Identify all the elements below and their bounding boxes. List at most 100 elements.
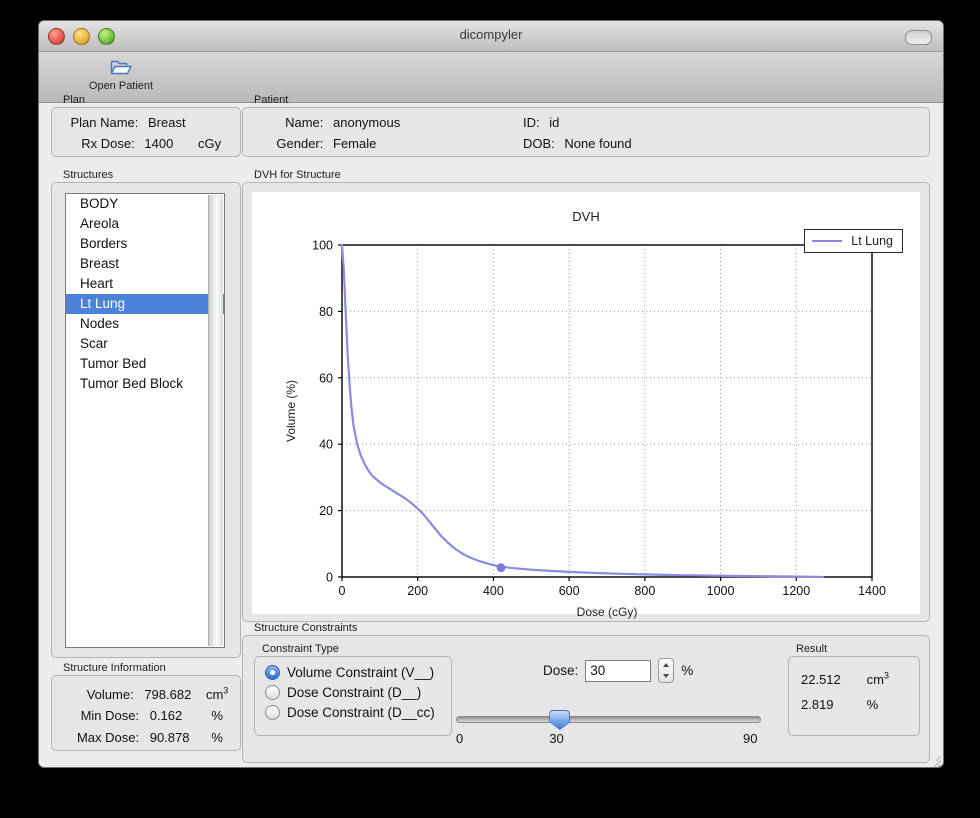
dose-slider-thumb[interactable] — [549, 710, 571, 730]
constraint-type-caption: Constraint Type — [262, 643, 339, 655]
plan-box: Plan Name: Breast Rx Dose: 1400 cGy — [51, 107, 241, 157]
result-percent-units: % — [866, 697, 879, 712]
dvh-chart[interactable]: DVH 0 200 400 600 800 1000 1200 1400 0 20 40 60 80 10… — [252, 192, 920, 619]
structures-panel: Structures BODY Areola Borders Breast Heart L… — [51, 168, 241, 658]
min-dose-value: 0.162 — [149, 708, 183, 723]
radio-button[interactable] — [265, 685, 280, 700]
result-volume-value: 22.512 — [801, 672, 841, 688]
max-dose-value: 90.878 — [149, 730, 190, 745]
list-item[interactable]: Areola — [66, 214, 224, 234]
patient-id-row: ID: id — [523, 115, 643, 130]
constraint-type-options: Volume Constraint (V__) Dose Constraint (… — [265, 665, 451, 720]
max-dose-row: Max Dose: 90.878 % — [52, 730, 240, 745]
plan-name-row: Plan Name: Breast — [52, 115, 226, 130]
structures-box: BODY Areola Borders Breast Heart Lt Lung Nodes… — [51, 182, 241, 658]
svg-text:800: 800 — [634, 584, 655, 598]
list-item[interactable]: Heart — [66, 274, 224, 294]
structures-list-items: BODY Areola Borders Breast Heart Lt Lung Nodes… — [66, 194, 224, 394]
open-folder-icon — [87, 55, 155, 79]
structure-information-panel: Structure Information Volume: 798.682 cm… — [51, 661, 241, 751]
list-item[interactable]: Scar — [66, 334, 224, 354]
volume-label: Volume: — [86, 687, 134, 703]
min-dose-row: Min Dose: 0.162 % — [52, 708, 240, 723]
constraint-option-1[interactable]: Dose Constraint (D__) — [265, 685, 451, 700]
constraint-option-label: Volume Constraint (V__) — [287, 665, 435, 680]
slider-min-label: 0 — [456, 731, 464, 746]
chart-title: DVH — [572, 209, 600, 224]
list-item[interactable]: Nodes — [66, 314, 224, 334]
structure-information-caption: Structure Information — [63, 662, 166, 674]
resize-grip[interactable] — [926, 750, 941, 767]
list-item[interactable]: Tumor Bed — [66, 354, 224, 374]
structures-caption: Structures — [63, 169, 114, 181]
list-item[interactable]: Borders — [66, 234, 224, 254]
stepper-up-icon[interactable] — [663, 662, 670, 667]
svg-text:60: 60 — [319, 371, 333, 385]
open-patient-button[interactable]: Open Patient — [87, 55, 155, 92]
result-percent-row: 2.819 % — [801, 697, 878, 712]
plan-name-label: Plan Name: — [70, 115, 139, 130]
dose-slider-track[interactable] — [456, 716, 761, 723]
list-item[interactable]: Breast — [66, 254, 224, 274]
dose-label: Dose: — [543, 663, 579, 678]
max-dose-label: Max Dose: — [76, 730, 140, 745]
result-percent-value: 2.819 — [801, 697, 834, 712]
app-window: dicompyler Open Patient Plan Plan Name: … — [38, 20, 944, 768]
stepper-down-icon[interactable] — [663, 674, 670, 679]
list-item[interactable]: Tumor Bed Block — [66, 374, 224, 394]
list-item[interactable]: Lt Lung — [66, 294, 224, 314]
svg-text:0: 0 — [326, 571, 333, 585]
plan-rx-units: cGy — [198, 136, 222, 151]
result-volume-row: 22.512 cm3 — [801, 671, 889, 687]
list-item[interactable]: BODY — [66, 194, 224, 214]
patient-id-value: id — [549, 115, 560, 130]
dvh-panel: DVH for Structure DVH 0 200 400 600 800 1000 1… — [242, 168, 930, 622]
svg-text:40: 40 — [319, 438, 333, 452]
svg-text:0: 0 — [339, 584, 346, 598]
patient-name-value: anonymous — [333, 115, 401, 130]
constraint-option-0[interactable]: Volume Constraint (V__) — [265, 665, 451, 680]
patient-name-label: Name: — [285, 115, 324, 130]
constraint-option-2[interactable]: Dose Constraint (D__cc) — [265, 705, 451, 720]
svg-text:80: 80 — [319, 305, 333, 319]
result-volume-units: cm3 — [866, 671, 889, 688]
dose-slider[interactable] — [456, 710, 761, 730]
svg-text:200: 200 — [407, 584, 428, 598]
svg-text:600: 600 — [559, 584, 580, 598]
volume-units: cm3 — [205, 686, 229, 703]
dose-field-row: Dose: % — [543, 658, 693, 683]
min-dose-label: Min Dose: — [80, 708, 140, 723]
radio-button[interactable] — [265, 705, 280, 720]
svg-text:400: 400 — [483, 584, 504, 598]
chart-y-axis-label: Volume (%) — [284, 379, 298, 442]
svg-text:1200: 1200 — [782, 584, 810, 598]
structures-scrollbar[interactable] — [208, 195, 223, 646]
window-title: dicompyler — [459, 27, 523, 42]
result-caption: Result — [796, 643, 828, 655]
legend-swatch-lt-lung — [812, 240, 843, 242]
patient-dob-value: None found — [564, 136, 632, 151]
dvh-caption: DVH for Structure — [254, 169, 341, 181]
result-group: Result 22.512 cm3 2.819 % — [788, 642, 920, 736]
toolbar-toggle-button[interactable] — [905, 30, 932, 45]
legend-label-lt-lung: Lt Lung — [851, 234, 893, 248]
constraint-option-label: Dose Constraint (D__) — [287, 685, 422, 700]
svg-text:20: 20 — [319, 504, 333, 518]
dvh-box: DVH 0 200 400 600 800 1000 1200 1400 0 20 40 60 80 10… — [242, 182, 930, 622]
constraint-option-label: Dose Constraint (D__cc) — [287, 705, 435, 720]
constraint-type-box: Volume Constraint (V__) Dose Constraint (… — [254, 656, 452, 736]
patient-id-label: ID: — [523, 115, 540, 130]
max-dose-units: % — [211, 730, 223, 745]
open-patient-label: Open Patient — [88, 80, 154, 92]
structures-list[interactable]: BODY Areola Borders Breast Heart Lt Lung Nodes… — [65, 193, 225, 648]
plan-rx-row: Rx Dose: 1400 cGy — [52, 136, 226, 151]
patient-dob-label: DOB: — [523, 136, 555, 151]
dose-input[interactable] — [585, 659, 652, 682]
patient-dob-row: DOB: None found — [523, 136, 643, 151]
plan-caption: Plan — [63, 94, 86, 106]
radio-button[interactable] — [265, 665, 280, 680]
patient-panel: Patient Name: anonymous Gender: Female I… — [242, 93, 930, 157]
patient-caption: Patient — [254, 94, 289, 106]
dose-stepper[interactable] — [658, 658, 675, 683]
structure-constraints-caption: Structure Constraints — [254, 622, 358, 634]
